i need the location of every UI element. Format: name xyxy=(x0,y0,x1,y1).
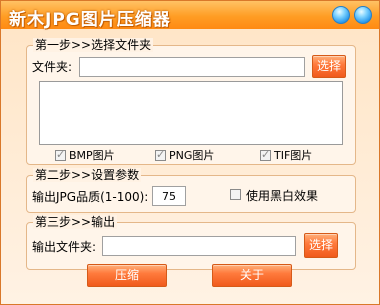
step2-legend: 第二步>>设置参数 xyxy=(33,168,142,182)
png-checkbox[interactable] xyxy=(155,148,166,161)
browse-folder-button[interactable]: 选择 xyxy=(312,55,346,78)
minimize-button[interactable] xyxy=(332,6,350,24)
close-button[interactable] xyxy=(354,6,372,24)
bmp-checkbox[interactable] xyxy=(55,148,66,161)
file-list[interactable] xyxy=(39,81,343,145)
output-label: 输出文件夹: xyxy=(32,240,97,254)
title-bar[interactable]: 新木JPG图片压缩器 xyxy=(1,1,379,30)
folder-input[interactable] xyxy=(79,57,305,77)
tif-checkbox[interactable] xyxy=(260,148,271,161)
output-input[interactable] xyxy=(102,236,296,256)
quality-label: 输出JPG品质(1-100): xyxy=(32,190,149,204)
browse-output-button[interactable]: 选择 xyxy=(304,233,338,258)
tif-label: TIF图片 xyxy=(274,149,313,162)
step3-legend: 第三步>>输出 xyxy=(33,215,118,229)
step1-legend: 第一步>>选择文件夹 xyxy=(33,38,154,52)
bmp-label: BMP图片 xyxy=(69,149,115,162)
folder-label: 文件夹: xyxy=(32,60,73,74)
compress-button[interactable]: 压缩 xyxy=(87,264,167,287)
window-title: 新木JPG图片压缩器 xyxy=(9,10,171,30)
bw-label: 使用黑白效果 xyxy=(246,189,319,203)
quality-input[interactable] xyxy=(152,186,186,206)
bw-checkbox[interactable] xyxy=(230,189,241,200)
app-window: 新木JPG图片压缩器 第一步>>选择文件夹 文件夹: 选择 BMP图片 PNG图… xyxy=(0,0,380,305)
png-label: PNG图片 xyxy=(169,149,215,162)
about-button[interactable]: 关于 xyxy=(212,264,292,287)
